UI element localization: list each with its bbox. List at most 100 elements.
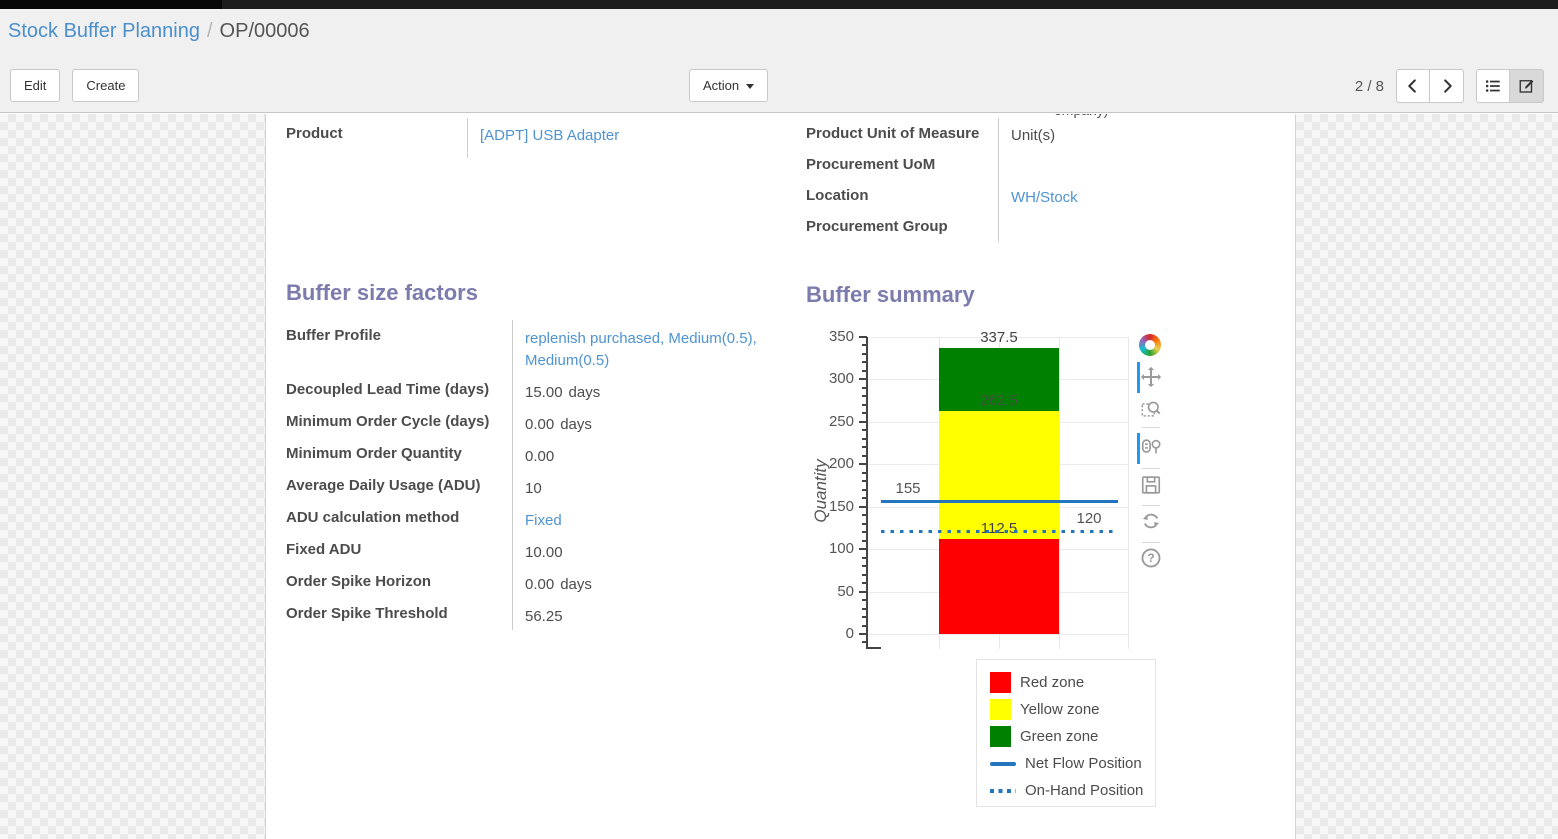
chart-zone-red-zone — [939, 539, 1059, 634]
field-value-link[interactable]: replenish purchased, Medium(0.5), Medium… — [512, 320, 783, 374]
zone-value-label: 337.5 — [939, 329, 1059, 346]
y-axis-tick-label: 250 — [810, 413, 854, 430]
create-button[interactable]: Create — [72, 69, 139, 102]
pager-nav-group — [1396, 69, 1464, 103]
save-icon[interactable] — [1139, 474, 1163, 498]
hover-compare-icon[interactable] — [1139, 436, 1163, 460]
form-sheet: ompany) Product[ADPT] USB Adapter Produc… — [265, 114, 1296, 839]
breadcrumb-separator: / — [200, 20, 220, 42]
y-axis-major-tick — [859, 378, 867, 380]
svg-text:?: ? — [1147, 551, 1154, 565]
field-row: LocationWH/Stock — [806, 180, 1278, 211]
field-label: Procurement UoM — [806, 149, 998, 180]
field-label: Procurement Group — [806, 211, 998, 242]
help-icon[interactable]: ? — [1139, 547, 1163, 571]
y-axis-minor-tick — [862, 387, 867, 389]
y-axis-major-tick — [859, 548, 867, 550]
pager-prev-button[interactable] — [1396, 69, 1430, 103]
legend-swatch-box — [990, 699, 1011, 720]
legend-item[interactable]: Yellow zone — [977, 696, 1155, 723]
field-value: 0.00 — [512, 438, 783, 470]
y-axis-minor-tick — [862, 412, 867, 414]
field-value-link[interactable]: [ADPT] USB Adapter — [467, 118, 791, 158]
chart-y-axis-label: Quantity — [811, 441, 831, 541]
y-axis-minor-tick — [862, 480, 867, 482]
legend-item[interactable]: On-Hand Position — [977, 777, 1155, 804]
view-switcher — [1476, 69, 1544, 103]
legend-item[interactable]: Net Flow Position — [977, 750, 1155, 777]
edit-button[interactable]: Edit — [10, 69, 60, 102]
box-zoom-icon[interactable] — [1139, 398, 1163, 422]
legend-swatch-dots — [990, 789, 1016, 793]
field-label: Minimum Order Cycle (days) — [286, 406, 512, 438]
y-axis-minor-tick — [862, 599, 867, 601]
y-axis-minor-tick — [862, 540, 867, 542]
field-label: Product Unit of Measure — [806, 118, 998, 149]
value-unit-suffix: days — [560, 576, 592, 593]
field-value: 0.00days — [512, 566, 783, 598]
field-value: 56.25 — [512, 598, 783, 630]
y-axis-major-tick — [859, 421, 867, 423]
buffer-summary-chart: 112.5262.5337.51551200501001502002503003… — [868, 337, 1129, 649]
y-axis-tick-label: 350 — [810, 328, 854, 345]
y-axis-minor-tick — [862, 582, 867, 584]
field-label: Product — [286, 118, 467, 158]
content-background: ompany) Product[ADPT] USB Adapter Produc… — [0, 114, 1558, 839]
action-dropdown-wrap: Action — [689, 69, 768, 102]
zone-value-label: 112.5 — [939, 520, 1059, 537]
legend-label: Red zone — [1020, 674, 1084, 691]
zone-value-label: 262.5 — [939, 392, 1059, 409]
pan-icon[interactable] — [1139, 366, 1163, 390]
app-window: Stock Buffer Planning/OP/00006 Edit Crea… — [0, 0, 1558, 839]
field-row: Procurement Group — [806, 211, 1278, 242]
value-unit-suffix: days — [560, 416, 592, 433]
field-value — [998, 211, 1278, 242]
control-panel: Stock Buffer Planning/OP/00006 Edit Crea… — [0, 9, 1558, 113]
field-value: 0.00days — [512, 406, 783, 438]
x-axis-tick — [866, 647, 881, 649]
y-axis-major-tick — [859, 463, 867, 465]
y-axis-minor-tick — [862, 395, 867, 397]
field-row: Buffer Profilereplenish purchased, Mediu… — [286, 320, 783, 374]
modebar-divider — [1142, 427, 1160, 428]
section-title-buffer-size-factors: Buffer size factors — [286, 280, 478, 306]
legend-label: Yellow zone — [1020, 701, 1100, 718]
y-axis-minor-tick — [862, 497, 867, 499]
y-axis-tick-label: 50 — [810, 583, 854, 600]
line-value-label: 120 — [1067, 510, 1111, 527]
plotly-logo-icon[interactable] — [1139, 333, 1163, 357]
field-value: Unit(s) — [998, 118, 1278, 149]
y-axis-major-tick — [859, 633, 867, 635]
legend-item[interactable]: Green zone — [977, 723, 1155, 750]
field-label: Buffer Profile — [286, 320, 512, 374]
y-axis-minor-tick — [862, 641, 867, 643]
legend-label: Green zone — [1020, 728, 1098, 745]
list-view-button[interactable] — [1476, 69, 1510, 103]
net-flow-position-line — [881, 500, 1118, 503]
field-row: Product[ADPT] USB Adapter — [286, 118, 791, 158]
reset-axes-icon[interactable] — [1139, 510, 1163, 534]
y-axis-minor-tick — [862, 523, 867, 525]
breadcrumb-current: OP/00006 — [220, 20, 310, 42]
field-row: Procurement UoM — [806, 149, 1278, 180]
legend-label: Net Flow Position — [1025, 755, 1142, 772]
pager: 2 / 8 — [1355, 69, 1544, 103]
y-axis-minor-tick — [862, 616, 867, 618]
breadcrumb-link-stock-buffer-planning[interactable]: Stock Buffer Planning — [8, 20, 200, 42]
action-dropdown-button[interactable]: Action — [689, 69, 768, 102]
y-axis-tick-label: 100 — [810, 540, 854, 557]
y-axis-minor-tick — [862, 472, 867, 474]
y-axis-minor-tick — [862, 361, 867, 363]
field-group-right: Product Unit of MeasureUnit(s)Procuremen… — [806, 118, 1278, 242]
buffer-size-factors-table: Buffer Profilereplenish purchased, Mediu… — [286, 320, 783, 630]
form-view-button[interactable] — [1510, 69, 1544, 103]
on-hand-position-line — [881, 530, 1118, 533]
y-axis-minor-tick — [862, 455, 867, 457]
field-value-link[interactable]: WH/Stock — [998, 180, 1278, 211]
field-value-link[interactable]: Fixed — [512, 502, 783, 534]
pager-next-button[interactable] — [1430, 69, 1464, 103]
y-axis-major-tick — [859, 506, 867, 508]
chart-legend: Red zone Yellow zone Green zone Net Flow Po… — [976, 659, 1156, 807]
field-label: Order Spike Threshold — [286, 598, 512, 630]
legend-item[interactable]: Red zone — [977, 669, 1155, 696]
